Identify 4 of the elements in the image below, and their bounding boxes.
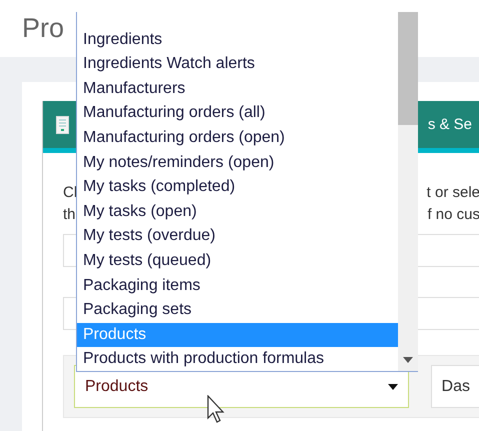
instruction-text: t or sele (426, 184, 479, 200)
page-title: Pro (22, 13, 64, 44)
instruction-text: th (63, 206, 76, 222)
instruction-text: Cl (63, 184, 78, 200)
